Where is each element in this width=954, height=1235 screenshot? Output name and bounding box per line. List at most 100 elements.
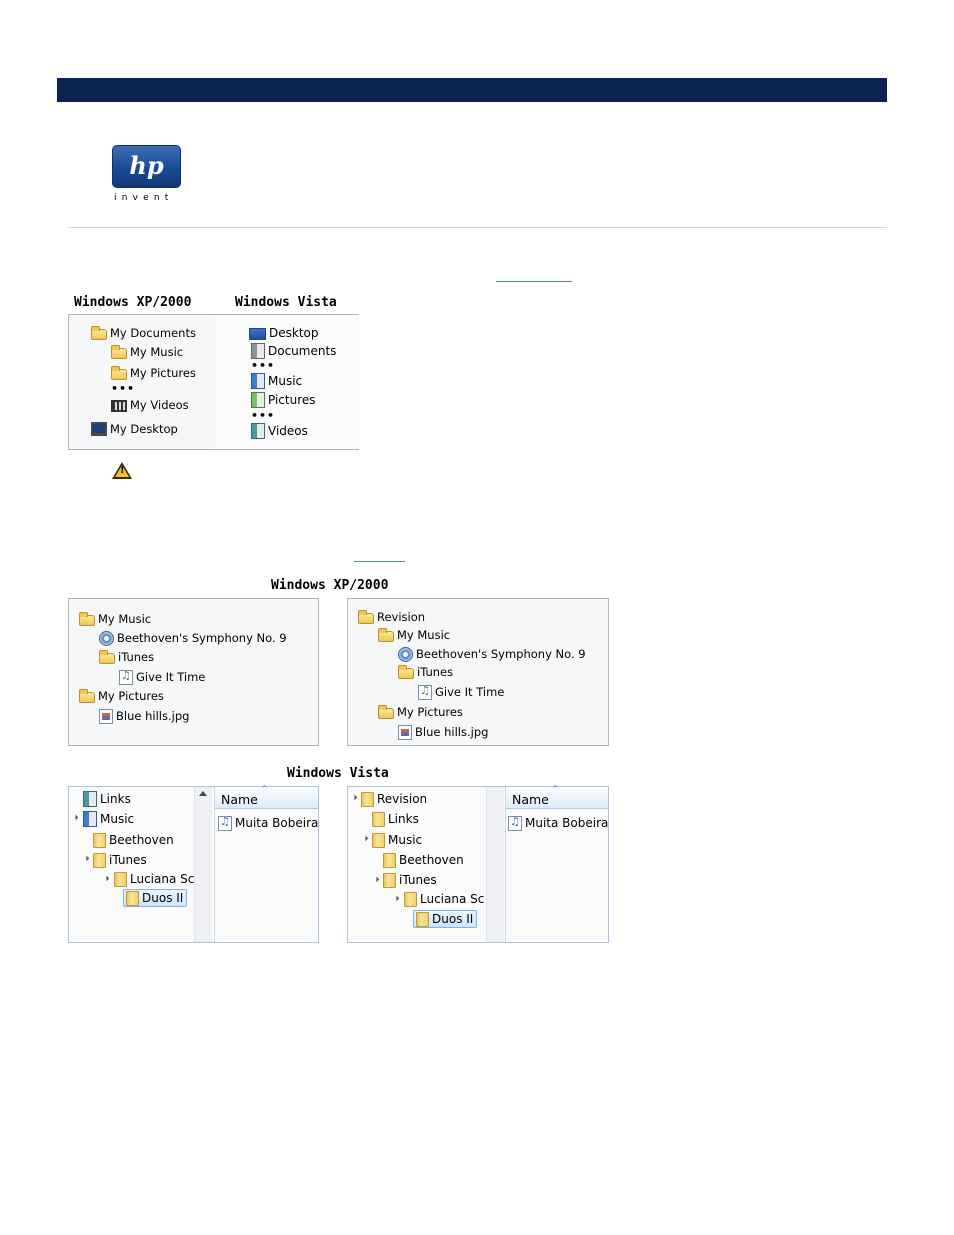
tree-item: My Music [378, 626, 450, 644]
videos-library-icon [251, 423, 265, 439]
scroll-up-arrow-icon[interactable] [199, 791, 207, 796]
expand-arrow-icon[interactable] [370, 873, 380, 883]
figure3-left-panel: Links Music Beethoven iTunes Luciana Sc … [68, 784, 319, 943]
figure2-left-panel: My Music Beethoven's Symphony No. 9 iTun… [68, 598, 319, 746]
figure2-title: Windows XP/2000 [271, 578, 389, 593]
nav-item[interactable]: Links [372, 810, 419, 828]
tree-item: Give It Time [418, 683, 504, 701]
scrollbar[interactable] [486, 787, 504, 942]
vista-music: Music [251, 372, 302, 390]
folder-icon [126, 890, 139, 906]
music-file-icon [119, 669, 133, 685]
figure1-col-vista: Windows Vista [235, 295, 337, 310]
tree-item: My Pictures [79, 687, 164, 705]
warning-icon-mark: ! [120, 465, 125, 476]
nav-item[interactable]: Luciana Sc [404, 890, 486, 908]
disc-icon [99, 630, 114, 646]
folder-icon [93, 852, 106, 868]
tree-item: My Music [79, 610, 151, 628]
vista-videos: Videos [251, 422, 308, 440]
nav-item-selected[interactable]: Duos II [413, 910, 478, 928]
nav-item[interactable]: Music [372, 831, 422, 849]
music-file-icon [218, 815, 232, 831]
hp-logo-tagline: invent [114, 193, 174, 203]
folder-icon [372, 811, 385, 827]
folder-icon [114, 871, 127, 887]
folder-icon [398, 664, 414, 679]
scrollbar[interactable] [194, 787, 212, 942]
music-folder-icon [111, 344, 127, 359]
tree-item: Revision [358, 608, 425, 626]
vista-pictures: Pictures [251, 391, 316, 409]
xp-ellipsis: ••• [111, 382, 136, 395]
pane-splitter[interactable] [505, 787, 506, 942]
file-item[interactable]: Muita Bobeira [508, 814, 608, 832]
monitor-icon [91, 422, 107, 436]
folder-icon [361, 791, 374, 807]
column-header-name[interactable]: Name ^ [506, 784, 608, 809]
folder-icon [372, 832, 385, 848]
vista-documents: Documents [251, 342, 336, 360]
link-underline-2[interactable] [354, 561, 405, 562]
xp-my-documents: My Documents [91, 324, 196, 342]
links-folder-icon [83, 791, 97, 807]
column-header-name[interactable]: Name ^ [215, 784, 318, 809]
pictures-library-icon [251, 392, 265, 408]
nav-item[interactable]: Beethoven [383, 851, 464, 869]
nav-item-selected[interactable]: Duos II [123, 889, 188, 907]
folder-icon [99, 649, 115, 664]
image-file-icon [99, 708, 113, 724]
tree-item: Blue hills.jpg [398, 723, 488, 741]
vista-ellipsis-1: ••• [251, 359, 276, 372]
music-folder-icon [378, 627, 394, 642]
image-file-icon [398, 724, 412, 740]
disc-icon [398, 646, 413, 662]
folder-icon [383, 872, 396, 888]
video-folder-icon [111, 399, 127, 412]
hp-logo-text: hp [129, 151, 164, 180]
figure2-right-panel: Revision My Music Beethoven's Symphony N… [347, 598, 609, 746]
folder-icon [93, 832, 106, 848]
folder-icon [404, 891, 417, 907]
nav-item[interactable]: iTunes [383, 871, 437, 889]
xp-my-music: My Music [111, 343, 183, 361]
figure1-panel: My Documents My Music My Pictures ••• My… [68, 314, 359, 450]
nav-item[interactable]: Luciana Sc [114, 870, 194, 888]
music-library-icon [83, 811, 97, 827]
tree-item: Give It Time [119, 668, 205, 686]
xp-my-videos: My Videos [111, 396, 189, 414]
link-underline[interactable] [496, 281, 572, 282]
figure3-title: Windows Vista [287, 766, 389, 781]
nav-item[interactable]: Beethoven [93, 831, 174, 849]
hp-logo: hp [112, 145, 181, 188]
pictures-folder-icon [378, 704, 394, 719]
pane-splitter[interactable] [214, 787, 215, 942]
music-library-icon [251, 373, 265, 389]
nav-item[interactable]: iTunes [93, 851, 147, 869]
figure1-col-xp: Windows XP/2000 [74, 295, 192, 310]
sort-ascending-icon: ^ [552, 784, 559, 793]
vista-desktop: Desktop [249, 324, 319, 342]
tree-item: Blue hills.jpg [99, 707, 189, 725]
expand-arrow-icon[interactable] [390, 892, 400, 902]
expand-arrow-icon[interactable] [359, 832, 369, 842]
tree-item: Beethoven's Symphony No. 9 [99, 629, 287, 647]
sort-ascending-icon: ^ [261, 784, 268, 793]
tree-item: iTunes [99, 648, 154, 666]
nav-item[interactable]: Music [83, 810, 134, 828]
expand-arrow-icon[interactable] [80, 852, 90, 862]
file-item[interactable]: Muita Bobeira [218, 814, 318, 832]
vista-ellipsis-2: ••• [251, 409, 276, 422]
folder-icon [91, 325, 107, 340]
music-file-icon [418, 684, 432, 700]
header-divider [68, 227, 887, 228]
tree-item: Beethoven's Symphony No. 9 [398, 645, 586, 663]
xp-my-desktop: My Desktop [91, 420, 178, 438]
nav-item[interactable]: Links [83, 790, 131, 808]
expand-arrow-icon[interactable] [69, 811, 79, 821]
expand-arrow-icon[interactable] [348, 791, 358, 801]
nav-item[interactable]: Revision [361, 790, 427, 808]
expand-arrow-icon[interactable] [100, 872, 110, 882]
figure3-right-panel: Revision Links Music Beethoven iTunes Lu… [347, 784, 609, 943]
music-folder-icon [79, 611, 95, 626]
